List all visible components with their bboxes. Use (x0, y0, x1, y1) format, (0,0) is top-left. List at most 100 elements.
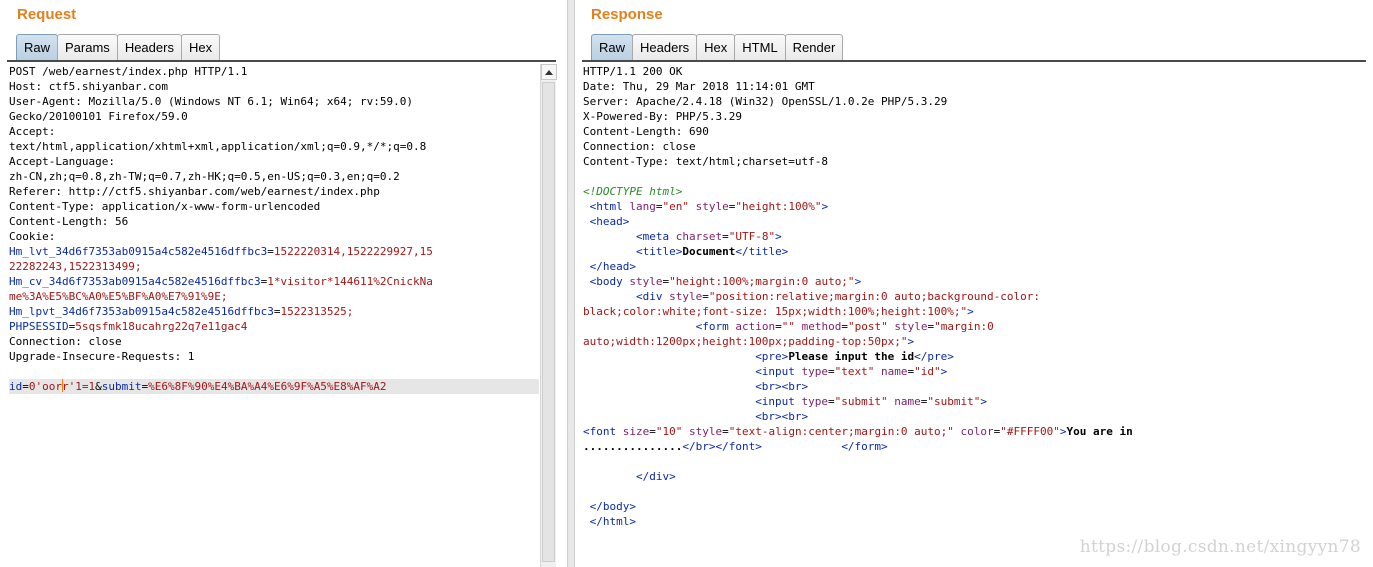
html-token: > (775, 230, 782, 243)
html-token: > (1059, 425, 1067, 438)
response-editor[interactable]: HTTP/1.1 200 OK Date: Thu, 29 Mar 2018 11… (583, 64, 1368, 567)
html-token: Please input the id (788, 350, 915, 363)
response-tab-hex[interactable]: Hex (696, 34, 736, 61)
request-line-text: POST /web/earnest/index.php HTTP/1.1 (9, 65, 248, 78)
html-token: </html> (589, 515, 636, 528)
html-token (762, 440, 841, 453)
html-token: "text" (834, 365, 875, 378)
response-tab-underline (582, 60, 1366, 62)
request-line-text: Content-Length: 56 (9, 215, 129, 228)
response-tab-headers[interactable]: Headers (632, 34, 698, 61)
request-line-text: Cookie: (9, 230, 56, 243)
response-tab-render[interactable]: Render (784, 34, 844, 61)
request-editor[interactable]: POST /web/earnest/index.php HTTP/1.1 Host… (9, 64, 539, 567)
html-token: > (940, 365, 948, 378)
response-html-line: </html> (583, 514, 1368, 529)
html-token: <title> (635, 245, 683, 258)
equals-sign: = (22, 380, 29, 393)
request-line-text: Host: ctf5.shiyanbar.com (9, 80, 168, 93)
response-tab-raw[interactable]: Raw (591, 34, 634, 61)
html-token: <html (589, 200, 630, 213)
html-token: "height:100%" (735, 200, 822, 213)
request-tab-hex[interactable]: Hex (180, 34, 221, 61)
html-token: ............... (583, 440, 683, 453)
response-html-line: auto;width:1200px;height:100px;padding-t… (583, 334, 1368, 349)
html-token: "10" (655, 425, 683, 438)
html-token (583, 470, 636, 483)
request-line: Content-Length: 56 (9, 214, 539, 229)
html-token: </br></font> (682, 440, 762, 453)
html-token: = (722, 425, 729, 438)
response-header-line: Server: Apache/2.4.18 (Win32) OpenSSL/1.… (583, 95, 948, 108)
request-tab-raw[interactable]: Raw (16, 34, 59, 61)
html-token: = (841, 320, 848, 333)
request-line-text: Referer: http://ctf5.shiyanbar.com/web/e… (9, 185, 380, 198)
html-token: charset (675, 230, 723, 243)
html-token: <form (695, 320, 736, 333)
html-token: </div> (635, 470, 676, 483)
html-token: You are in (1066, 425, 1133, 438)
request-scrollbar[interactable] (540, 64, 557, 567)
scroll-up-arrow-icon[interactable] (541, 64, 557, 80)
html-token: name (881, 365, 908, 378)
html-token: lang (629, 200, 656, 213)
request-line (9, 364, 539, 379)
html-token (795, 320, 802, 333)
request-body-line[interactable]: id=0'oorr'1=1&submit=%E6%8F%90%E4%BA%A4%… (9, 379, 539, 394)
html-token: "UTF-8" (728, 230, 776, 243)
cookie-value: 5sqsfmk18ucahrg22q7e11gac4 (75, 320, 248, 333)
request-line-text: Connection: close (9, 335, 122, 348)
html-token: size (622, 425, 650, 438)
html-token (583, 215, 590, 228)
html-token: <body (589, 275, 630, 288)
html-token (583, 365, 755, 378)
param-value: %E6%8F%90%E4%BA%A4%E6%9F%A5%E8%AF%A2 (148, 380, 387, 393)
response-html-line (583, 484, 1368, 499)
cookie-name: Hm_lvt_34d6f7353ab0915a4c582e4516dffbc3 (9, 245, 268, 258)
response-html-line: black;color:white;font-size: 15px;width:… (583, 304, 1368, 319)
equals-sign: = (273, 305, 281, 318)
response-header-line: Content-Type: text/html;charset=utf-8 (583, 155, 829, 168)
response-header-line: Connection: close (583, 140, 696, 153)
html-token: type (801, 395, 829, 408)
html-token: Document (682, 245, 736, 258)
request-line-text: Content-Type: application/x-www-form-url… (9, 200, 321, 213)
param-value: 0'oor (28, 380, 62, 393)
html-token: <!DOCTYPE html> (583, 185, 683, 198)
equals-sign: = (267, 245, 274, 258)
html-token: </title> (735, 245, 789, 258)
html-token: "#FFFF00" (1000, 425, 1060, 438)
request-line-text: text/html,application/xhtml+xml,applicat… (9, 140, 427, 153)
request-line-text: Gecko/20100101 Firefox/59.0 (9, 110, 188, 123)
response-tab-html[interactable]: HTML (734, 34, 786, 61)
request-line: User-Agent: Mozilla/5.0 (Windows NT 6.1;… (9, 94, 539, 109)
response-html-line: <div style="position:relative;margin:0 a… (583, 289, 1368, 304)
panel-divider[interactable] (567, 0, 575, 567)
html-token: "post" (847, 320, 888, 333)
request-line: Accept: (9, 124, 539, 139)
request-tab-params[interactable]: Params (57, 34, 118, 61)
html-token: > (980, 395, 988, 408)
html-token: "en" (662, 200, 690, 213)
request-line: Connection: close (9, 334, 539, 349)
html-token (954, 425, 961, 438)
html-token (583, 275, 590, 288)
html-token (583, 380, 755, 393)
response-html-line: <input type="text" name="id"> (583, 364, 1368, 379)
response-header-line: Content-Length: 690 (583, 125, 709, 138)
html-token: "position:relative;margin:0 auto;backgro… (708, 290, 1040, 303)
param-value: r'1=1 (62, 380, 96, 393)
html-token: </body> (589, 500, 636, 513)
html-token (583, 320, 696, 333)
request-line: text/html,application/xhtml+xml,applicat… (9, 139, 539, 154)
request-line: Cookie: (9, 229, 539, 244)
html-token: method (801, 320, 842, 333)
html-token: style (669, 290, 703, 303)
request-tab-headers[interactable]: Headers (116, 34, 182, 61)
html-token: = (828, 365, 835, 378)
html-token: <br><br> (755, 410, 809, 423)
response-title: Response (591, 6, 663, 23)
html-token: = (702, 290, 709, 303)
html-token: </pre> (914, 350, 954, 363)
scroll-thumb[interactable] (542, 82, 555, 562)
